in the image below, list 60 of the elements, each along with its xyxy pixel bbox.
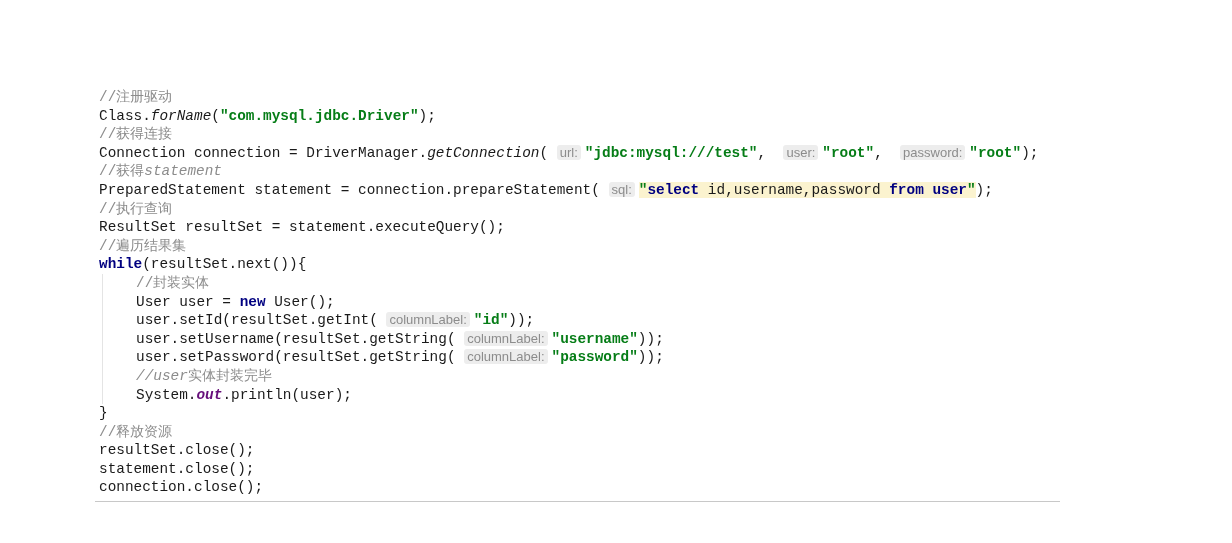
keyword: new [239,293,266,310]
code-text: connection.close(); [99,479,264,496]
code-text: .println(user); [222,386,352,403]
method-name: forName [150,107,212,124]
parameter-hint: sql: [608,181,635,197]
code-comment: statement [144,163,222,180]
static-field: out [196,386,223,403]
code-text: ( [539,144,550,161]
code-text: user.setUsername(resultSet.getString( [136,330,457,347]
code-text: ResultSet resultSet = statement.executeQuery(); [99,219,505,236]
sql-text: id,username,password [699,181,890,198]
parameter-hint: columnLabel: [386,312,470,328]
method-name: getConnection [427,144,540,161]
parameter-hint: url: [556,144,581,160]
code-comment: //遍历结果集 [99,237,187,254]
string-literal: "jdbc:mysql:///test" [584,144,758,161]
code-text: user.setId(resultSet.getInt( [136,312,379,329]
code-comment: //获得连接 [99,126,173,143]
code-text: Connection connection = DriverManager. [99,144,428,161]
string-literal: "password" [551,349,638,366]
code-text: Class. [99,107,151,124]
code-text: PreparedStatement statement = connection.prepareStatement( [99,181,601,198]
code-text: )); [508,312,535,329]
parameter-hint: password: [900,144,966,160]
code-comment: //执行查询 [99,200,173,217]
parameter-hint: columnLabel: [464,330,548,346]
string-literal: "root" [822,144,875,161]
code-text: , [874,144,884,161]
code-text: User user = [136,293,232,310]
code-text: ); [975,181,993,198]
code-comment: //获得 [99,163,145,180]
string-literal: "com.mysql.jdbc.Driver" [219,107,419,124]
string-literal: "username" [551,330,638,347]
string-literal: "id" [473,312,509,329]
parameter-hint: columnLabel: [464,349,548,365]
sql-keyword: from user [889,181,967,198]
code-text: ); [418,107,436,124]
code-text: System. [136,386,197,403]
code-text: , [757,144,768,161]
string-literal: "root" [969,144,1022,161]
code-comment: //封装实体 [136,274,210,291]
string-literal: " [638,181,648,198]
parameter-hint: user: [783,144,819,160]
code-text: resultSet.close(); [99,442,255,459]
code-comment: //user [136,367,188,384]
keyword: while [99,256,143,273]
string-literal: " [966,181,976,198]
code-comment: 实体封装完毕 [187,367,272,384]
code-text: ); [1021,144,1039,161]
code-comment: //注册驱动 [99,89,173,105]
code-text: User(); [273,293,335,310]
sql-keyword: select [647,181,700,198]
code-comment: //释放资源 [99,423,173,440]
code-text: } [99,405,108,422]
code-text: )); [637,349,664,366]
code-text: ( [211,107,220,124]
code-text: statement.close(); [99,460,255,477]
code-text: user.setPassword(resultSet.getString( [136,349,457,366]
code-text: (resultSet.next()){ [142,256,307,273]
code-text: )); [637,330,664,347]
